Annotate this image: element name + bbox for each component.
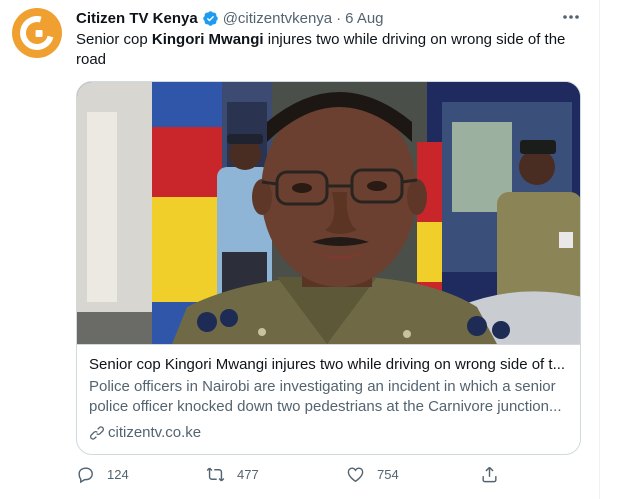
tweet-date[interactable]: 6 Aug bbox=[345, 10, 383, 27]
author-handle[interactable]: @citizentvkenya bbox=[223, 10, 332, 27]
reply-button[interactable]: 124 bbox=[76, 465, 129, 484]
card-domain[interactable]: citizentv.co.ke bbox=[89, 423, 570, 443]
card-image[interactable] bbox=[77, 82, 580, 344]
like-button[interactable]: 754 bbox=[346, 465, 399, 484]
share-button[interactable] bbox=[480, 465, 511, 484]
like-count: 754 bbox=[377, 467, 399, 482]
tweet-text-before: Senior cop bbox=[76, 31, 152, 48]
tweet-text: Senior cop Kingori Mwangi injures two wh… bbox=[76, 30, 581, 70]
tweet-text-bold: Kingori Mwangi bbox=[151, 31, 264, 48]
verified-badge-icon bbox=[202, 10, 218, 26]
retweet-count: 477 bbox=[237, 467, 259, 482]
card-domain-text: citizentv.co.ke bbox=[108, 424, 202, 441]
link-icon bbox=[90, 426, 104, 440]
reply-icon bbox=[78, 467, 93, 484]
retweet-icon bbox=[206, 467, 225, 482]
tweet-actions: 124 477 754 bbox=[76, 465, 536, 489]
avatar[interactable] bbox=[12, 8, 62, 58]
card-description: Police officers in Nairobi are investiga… bbox=[89, 378, 562, 415]
like-icon bbox=[347, 467, 364, 483]
citizen-logo-icon bbox=[13, 9, 61, 57]
reply-count: 124 bbox=[107, 467, 129, 482]
more-icon[interactable] bbox=[560, 8, 582, 26]
card-body[interactable]: Senior cop Kingori Mwangi injures two wh… bbox=[77, 344, 580, 454]
tweet[interactable]: Citizen TV Kenya @citizentvkenya · 6 Aug… bbox=[0, 0, 600, 499]
officer-photo bbox=[77, 82, 580, 344]
separator: · bbox=[336, 9, 342, 27]
card-title: Senior cop Kingori Mwangi injures two wh… bbox=[89, 356, 566, 373]
share-icon bbox=[482, 466, 497, 483]
tweet-header: Citizen TV Kenya @citizentvkenya · 6 Aug bbox=[76, 8, 384, 28]
link-card[interactable]: Senior cop Kingori Mwangi injures two wh… bbox=[76, 81, 581, 455]
author-name[interactable]: Citizen TV Kenya bbox=[76, 10, 198, 27]
retweet-button[interactable]: 477 bbox=[206, 465, 259, 484]
